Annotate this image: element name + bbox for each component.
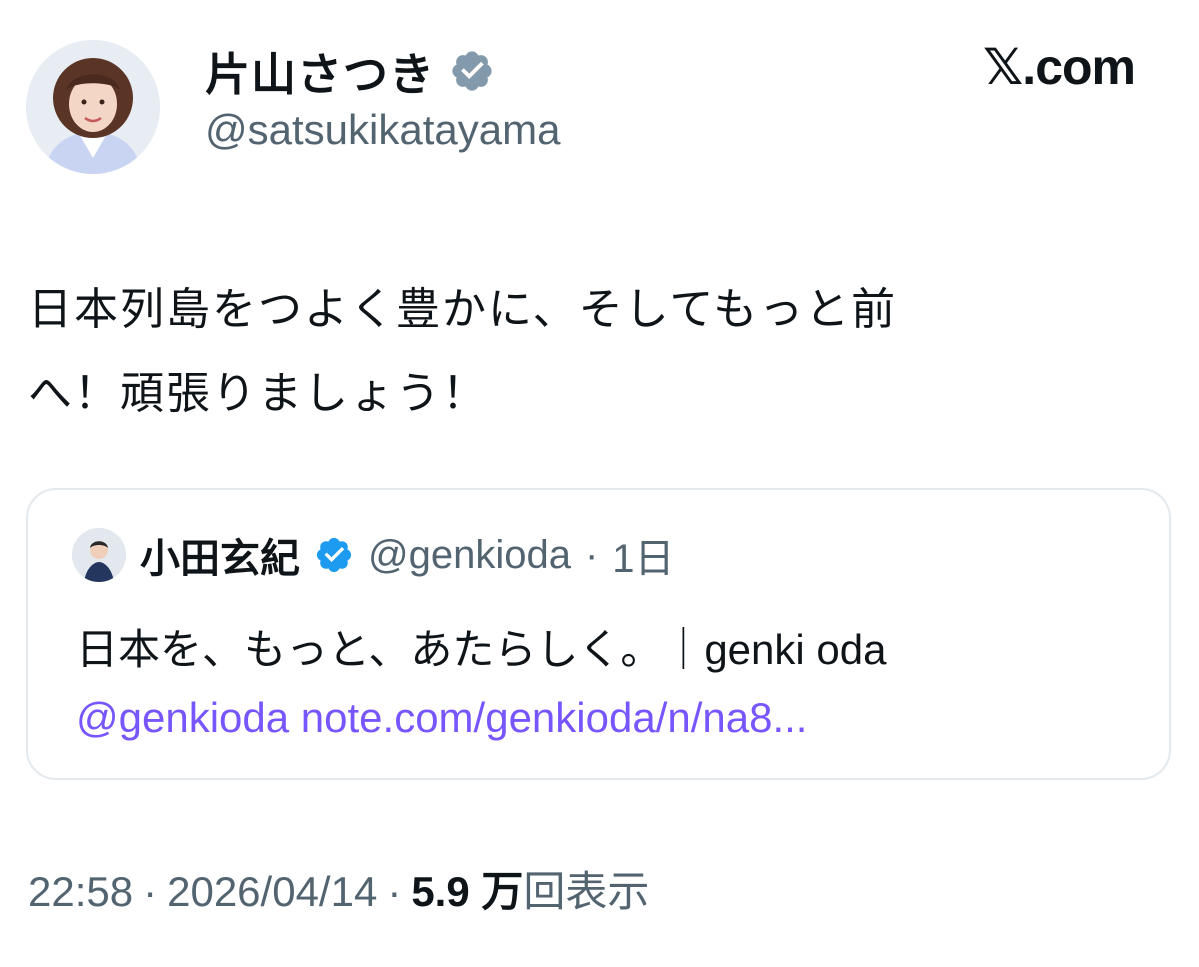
quoted-timestamp[interactable]: 1日 xyxy=(612,526,674,584)
separator-dot: · xyxy=(387,868,402,915)
quoted-tweet-link[interactable]: @genkioda note.com/genkioda/n/na8... xyxy=(76,684,886,752)
quoted-tweet-body: 日本を、もっと、あたらしく。｜genki oda @genkioda note.… xyxy=(76,616,886,752)
quoted-display-name[interactable]: 小田玄紀 xyxy=(140,526,300,584)
quoted-tweet-card[interactable]: 小田玄紀 @genkioda · 1日 日本を、もっと、あたらしく。｜genki… xyxy=(26,488,1171,780)
author-handle[interactable]: @satsukikatayama xyxy=(205,106,560,154)
tweet-meta: 22:58 · 2026/04/14 · 5.9 万回表示 xyxy=(28,858,649,919)
quoted-tweet-text: 日本を、もっと、あたらしく。｜genki oda xyxy=(76,626,887,673)
author-avatar[interactable] xyxy=(26,40,160,174)
quoted-author-avatar[interactable] xyxy=(72,528,126,582)
x-logo-icon: 𝕏.com xyxy=(983,39,1136,95)
author-name-row: 片山さつき xyxy=(205,38,495,103)
author-display-name[interactable]: 片山さつき xyxy=(205,38,435,103)
tweet-time[interactable]: 22:58 xyxy=(28,868,133,916)
quoted-tweet-header: 小田玄紀 @genkioda · 1日 xyxy=(72,526,675,584)
verified-badge-icon xyxy=(314,535,354,575)
views-count[interactable]: 5.9 万 xyxy=(411,868,523,915)
views-label: 回表示 xyxy=(523,868,650,915)
verified-badge-icon[interactable] xyxy=(449,48,495,94)
quoted-handle[interactable]: @genkioda xyxy=(368,533,571,578)
tweet-text-line: 日本列島をつよく豊かに、そしてもっと前 xyxy=(28,285,898,334)
separator-dot: · xyxy=(584,532,599,577)
tweet-date[interactable]: 2026/04/14 xyxy=(167,868,377,916)
tweet-text: 日本列島をつよく豊かに、そしてもっと前 へ！頑張りましょう！ xyxy=(28,268,1148,436)
separator-dot: · xyxy=(143,868,158,915)
tweet-text-line: へ！頑張りましょう！ xyxy=(28,369,488,418)
